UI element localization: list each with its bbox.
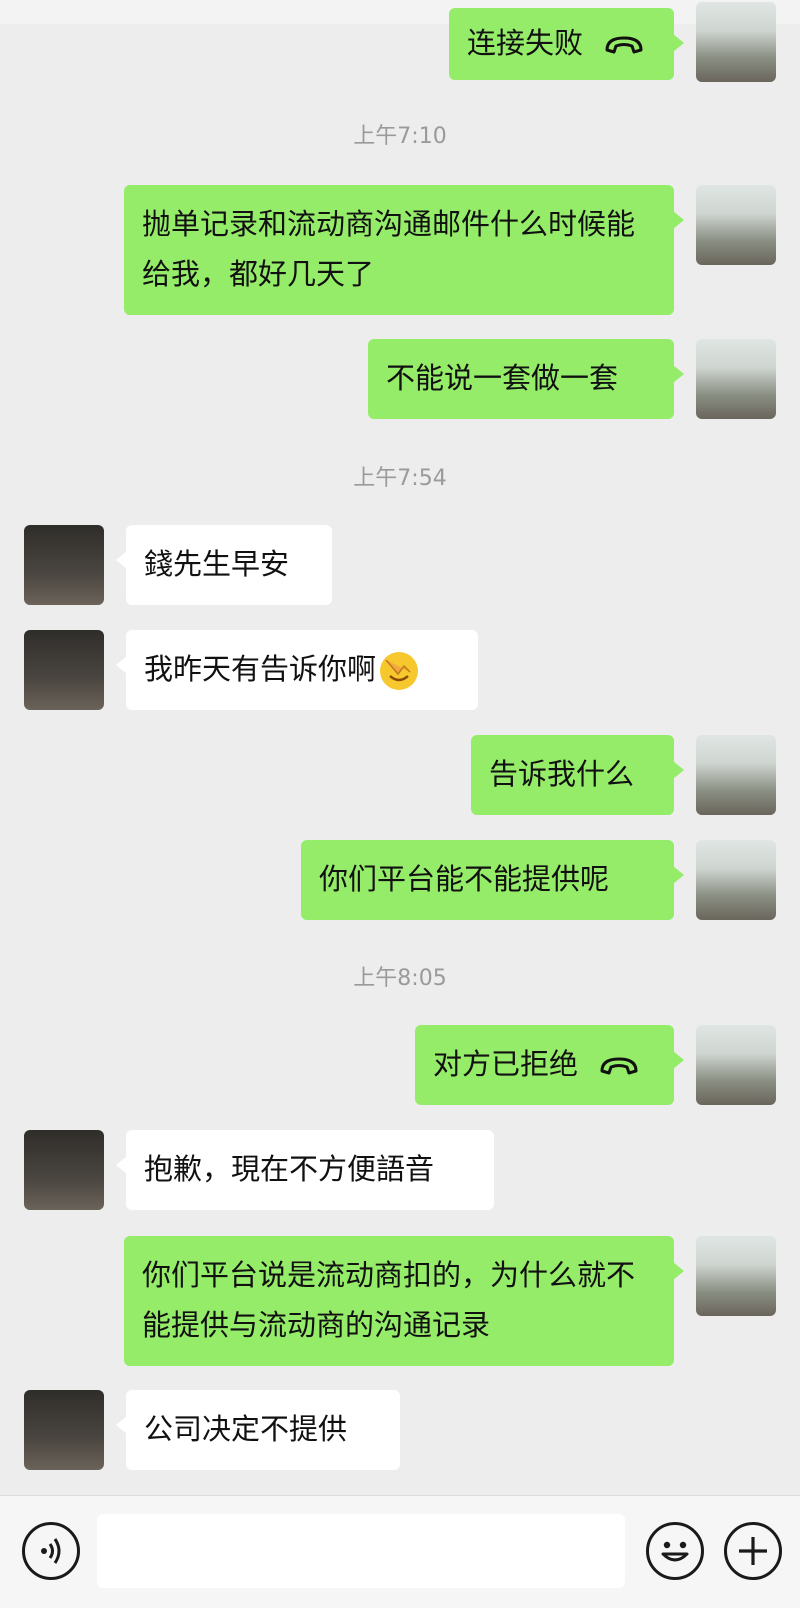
message-bubble-sent[interactable]: 你们平台能不能提供呢 (301, 840, 684, 920)
avatar[interactable] (696, 2, 776, 82)
top-divider (0, 0, 800, 24)
message-bubble-received[interactable]: 錢先生早安 (116, 525, 332, 605)
avatar[interactable] (696, 840, 776, 920)
message-input[interactable] (97, 1514, 625, 1588)
message-text: 錢先生早安 (144, 547, 290, 581)
message-bubble-sent[interactable]: 连接失败 (449, 8, 684, 80)
message-bubble-sent[interactable]: 你们平台说是流动商扣的，为什么就不能提供与流动商的沟通记录 (124, 1236, 684, 1366)
voice-input-button[interactable] (22, 1522, 80, 1580)
facepalm-emoji-icon (380, 652, 419, 690)
add-button[interactable] (724, 1522, 782, 1580)
phone-hangup-icon (600, 1057, 638, 1075)
message-text: 公司决定不提供 (144, 1412, 348, 1446)
voice-input-icon (41, 1538, 61, 1564)
avatar[interactable] (696, 1025, 776, 1105)
message-bubble-received[interactable]: 我昨天有告诉你啊 (116, 630, 478, 710)
avatar[interactable] (24, 630, 104, 710)
avatar[interactable] (24, 525, 104, 605)
avatar[interactable] (24, 1390, 104, 1470)
phone-hangup-icon (605, 36, 643, 54)
emoji-button[interactable] (646, 1522, 704, 1580)
plus-icon (739, 1537, 767, 1565)
timestamp: 上午8:05 (353, 966, 447, 991)
message-bubble-sent[interactable]: 抛单记录和流动商沟通邮件什么时候能给我，都好几天了 (124, 185, 684, 315)
message-text: 不能说一套做一套 (386, 361, 619, 395)
chat-area[interactable]: 连接失败 上午7:10 抛单记录和流动商沟通邮件什么时候能给我，都好几天了 不能… (0, 0, 800, 1495)
message-bubble-received[interactable]: 抱歉，現在不方便語音 (116, 1130, 494, 1210)
message-bubble-sent[interactable]: 对方已拒绝 (415, 1025, 684, 1105)
avatar[interactable] (24, 1130, 104, 1210)
avatar[interactable] (696, 339, 776, 419)
avatar[interactable] (696, 185, 776, 265)
timestamp: 上午7:54 (353, 466, 447, 491)
message-text: 你们平台能不能提供呢 (319, 862, 610, 896)
message-text: 你们平台说是流动商扣的，为什么就不能提供与流动商的沟通记录 (142, 1258, 636, 1342)
message-bubble-sent[interactable]: 不能说一套做一套 (368, 339, 684, 419)
avatar[interactable] (696, 1236, 776, 1316)
message-text: 连接失败 (467, 26, 584, 60)
message-text: 抛单记录和流动商沟通邮件什么时候能给我，都好几天了 (142, 207, 636, 291)
avatar[interactable] (696, 735, 776, 815)
message-text: 抱歉，現在不方便語音 (144, 1152, 435, 1186)
message-text: 我昨天有告诉你啊 (144, 652, 377, 686)
timestamp: 上午7:10 (353, 124, 447, 149)
message-bubble-received[interactable]: 公司决定不提供 (116, 1390, 400, 1470)
input-bar (0, 1495, 800, 1608)
message-text: 对方已拒绝 (433, 1047, 579, 1081)
message-bubble-sent[interactable]: 告诉我什么 (471, 735, 684, 815)
message-text: 告诉我什么 (489, 757, 635, 791)
emoji-icon (661, 1541, 689, 1562)
